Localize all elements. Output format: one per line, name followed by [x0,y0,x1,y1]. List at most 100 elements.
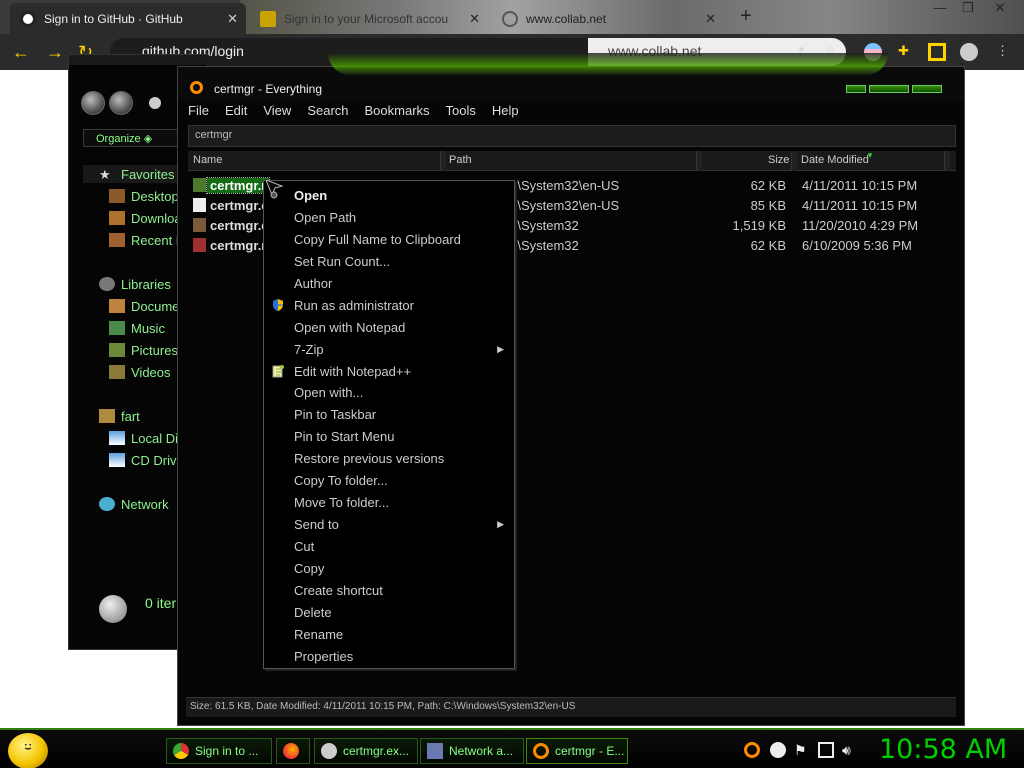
forward-icon[interactable]: → [46,42,64,63]
menu-item-move-to-folder[interactable]: Move To folder... [294,495,389,515]
browser-tab-collab[interactable]: www.collab.net ✕ [492,3,724,34]
sidebar-item-cd-drive[interactable]: CD Drive [109,451,184,469]
sidebar-item-documents[interactable]: Docume [109,297,179,315]
network-tray-icon[interactable] [818,742,834,758]
action-center-flag-icon[interactable]: ⚑ [794,742,810,758]
sidebar-item-computer[interactable]: fart [99,407,140,425]
start-button[interactable] [8,733,48,768]
menu-item-set-run-count[interactable]: Set Run Count... [294,254,390,274]
menu-tools[interactable]: Tools [446,103,476,123]
explorer-recent-icon[interactable] [149,97,161,109]
menu-item-send-to[interactable]: Send to [294,517,339,537]
close-window-icon[interactable]: ✕ [986,0,1014,20]
menu-search[interactable]: Search [307,103,348,123]
sidebar-item-music[interactable]: Music [109,319,165,337]
menu-item-7zip[interactable]: 7-Zip [294,342,324,362]
browser-tab-github[interactable]: Sign in to GitHub · GitHub ✕ [10,3,246,34]
desktop-icon [109,189,125,203]
menu-item-author[interactable]: Author [294,276,332,296]
menu-item-copy-full-name[interactable]: Copy Full Name to Clipboard [294,232,461,252]
column-divider[interactable] [944,151,950,171]
explorer-titlebar [69,55,209,65]
sidebar-item-desktop[interactable]: Desktop [109,187,179,205]
column-size[interactable]: Size [768,154,789,166]
close-tab-icon[interactable]: ✕ [227,11,238,27]
menu-bar: File Edit View Search Bookmarks Tools He… [188,103,535,123]
taskbar-item-everything[interactable]: certmgr - E... [526,738,628,764]
close-tab-icon[interactable]: ✕ [705,11,716,27]
taskbar-item-chrome[interactable]: Sign in to ... [166,738,272,764]
menu-view[interactable]: View [263,103,291,123]
menu-help[interactable]: Help [492,103,519,123]
menu-item-delete[interactable]: Delete [294,605,332,625]
status-bar: Size: 61.5 KB, Date Modified: 4/11/2011 … [186,697,956,717]
column-date-modified[interactable]: Date Modified [801,154,869,166]
menu-item-create-shortcut[interactable]: Create shortcut [294,583,383,603]
certmgr-icon [321,743,337,759]
menu-item-open-with-notepad[interactable]: Open with Notepad [294,320,405,340]
clock[interactable]: 10:58 AM [879,734,1007,765]
submenu-arrow-icon: ▶ [497,519,504,529]
close-tab-icon[interactable]: ✕ [469,11,480,27]
column-divider[interactable] [440,151,446,171]
submenu-arrow-icon: ▶ [497,344,504,354]
tab-title: Sign in to GitHub · GitHub [44,11,183,26]
sidebar-icon[interactable] [928,43,946,61]
sidebar-item-downloads[interactable]: Downloa [109,209,182,227]
back-icon[interactable]: ← [12,42,30,63]
sidebar-item-favorites[interactable]: ★ Favorites [99,165,174,183]
everything-tray-icon[interactable] [744,742,760,758]
close-button[interactable] [912,85,942,93]
explorer-back-icon[interactable] [81,91,105,115]
sidebar-item-recent[interactable]: Recent P [109,231,184,249]
taskbar-item-firefox[interactable] [276,738,310,764]
menu-item-rename[interactable]: Rename [294,627,343,647]
extensions-icon[interactable]: ✚ [898,43,916,61]
menu-item-properties[interactable]: Properties [294,649,353,669]
maximize-button[interactable] [869,85,909,93]
menu-item-copy[interactable]: Copy [294,561,324,581]
menu-item-edit-with-notepad-pp[interactable]: Edit with Notepad++ [294,364,411,384]
menu-item-cut[interactable]: Cut [294,539,314,559]
menu-item-restore-versions[interactable]: Restore previous versions [294,451,444,471]
column-divider[interactable] [696,151,702,171]
search-input[interactable]: certmgr [188,125,956,147]
menu-bookmarks[interactable]: Bookmarks [365,103,430,123]
taskbar-item-certmgr-exe[interactable]: certmgr.ex... [314,738,418,764]
sidebar-item-libraries[interactable]: Libraries [99,275,171,293]
menu-file[interactable]: File [188,103,209,123]
sidebar-item-videos[interactable]: Videos [109,363,171,381]
column-name[interactable]: Name [193,154,222,166]
explorer-forward-icon[interactable] [109,91,133,115]
restore-icon[interactable]: ❐ [954,0,982,20]
menu-edit[interactable]: Edit [225,103,247,123]
star-icon: ★ [99,167,111,182]
menu-item-open-with[interactable]: Open with... [294,385,363,405]
menu-item-open[interactable]: Open [294,188,327,208]
menu-item-open-path[interactable]: Open Path [294,210,356,230]
column-divider[interactable] [791,151,797,171]
sidebar-item-local-disk[interactable]: Local Di [109,429,178,447]
chrome-icon [173,743,189,759]
sidebar-item-pictures[interactable]: Pictures [109,341,178,359]
firefox-icon [283,743,299,759]
menu-item-pin-to-start[interactable]: Pin to Start Menu [294,429,394,449]
menu-item-pin-to-taskbar[interactable]: Pin to Taskbar [294,407,376,427]
volume-icon[interactable]: 🔊︎ [842,742,858,758]
avatar[interactable] [960,43,978,61]
sidebar-item-network[interactable]: Network [99,495,169,513]
menu-item-copy-to-folder[interactable]: Copy To folder... [294,473,388,493]
pictures-icon [109,343,125,357]
minimize-icon[interactable]: — [926,0,954,20]
msc-file-icon [193,178,206,192]
taskbar-item-network[interactable]: Network a... [420,738,524,764]
menu-item-run-as-admin[interactable]: Run as administrator [294,298,414,318]
minimize-button[interactable] [846,85,866,93]
libraries-icon [99,277,115,291]
new-tab-button[interactable]: + [740,5,752,28]
chat-tray-icon[interactable] [770,742,786,758]
column-path[interactable]: Path [449,154,472,166]
menu-kebab-icon[interactable]: ⋮ [996,43,1014,61]
window-title: certmgr - Everything [214,82,323,96]
browser-tab-microsoft[interactable]: Sign in to your Microsoft accou ✕ [250,3,488,34]
